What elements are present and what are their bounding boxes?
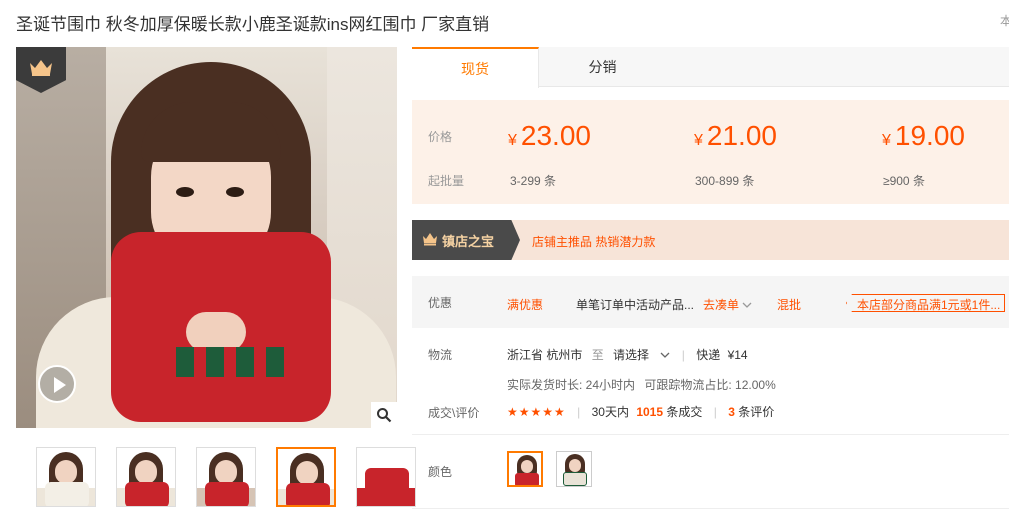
treasure-description: 店铺主推品 热销潜力款 xyxy=(532,235,656,249)
deal-count-suffix: 条成交 xyxy=(666,405,703,419)
price-tier-1: ¥23.00 xyxy=(508,120,591,151)
purchase-tabs: 现货 分销 xyxy=(412,47,1009,88)
thumbnail[interactable] xyxy=(116,447,176,507)
go-bundle-link[interactable]: 去凑单 xyxy=(703,296,752,313)
shipping-stats: 实际发货时长: 24小时内 可跟踪物流占比: 12.00% xyxy=(507,376,776,393)
color-option-1[interactable] xyxy=(507,451,543,487)
thumbnail-strip xyxy=(36,447,416,507)
deals-label: 成交\评价 xyxy=(428,406,480,420)
ship-time: 实际发货时长: 24小时内 xyxy=(507,378,636,392)
scarf-pattern xyxy=(176,347,296,377)
qty-tier-2: 300-899 条 xyxy=(695,174,755,188)
divider xyxy=(412,434,1009,435)
model-hand xyxy=(186,312,246,352)
deals-info: ★★★★★ | 30天内 1015 条成交 | 3 条评价 xyxy=(507,405,775,419)
store-promo-tag[interactable]: 本店部分商品满1元或1件... xyxy=(846,294,1006,312)
full-discount-label: 满优惠 xyxy=(507,298,544,312)
crown-icon xyxy=(422,232,438,249)
price-tier-2: ¥21.00 xyxy=(694,120,777,151)
chevron-down-icon xyxy=(660,348,670,362)
magnifier-icon[interactable] xyxy=(371,402,397,428)
play-icon[interactable] xyxy=(38,365,76,403)
price-tier-3: ¥19.00 xyxy=(882,120,965,151)
mix-batch-label[interactable]: 混批 xyxy=(777,296,801,313)
store-treasure-banner: 镇店之宝 店铺主推品 热销潜力款 xyxy=(412,220,1009,260)
deal-period: 30天内 xyxy=(591,405,629,419)
model-eye xyxy=(176,187,194,197)
corner-label: 本 xyxy=(1000,14,1009,28)
review-suffix[interactable]: 条评价 xyxy=(738,405,774,419)
thumbnail[interactable] xyxy=(356,447,416,507)
review-count[interactable]: 3 xyxy=(728,405,735,419)
price-panel: 价格 起批量 ¥23.00 ¥21.00 ¥19.00 3-299 条 300-… xyxy=(412,100,1009,204)
shipping-fee: ¥14 xyxy=(727,348,748,362)
promotion-row: 优惠 满优惠 单笔订单中活动产品... 去凑单 混批 本店部分商品满1元或1件.… xyxy=(412,276,1009,328)
ship-from: 浙江省 杭州市 xyxy=(507,348,583,362)
rating-stars: ★★★★★ xyxy=(507,405,566,419)
destination-select[interactable]: 请选择 xyxy=(613,348,674,362)
tab-spot[interactable]: 现货 xyxy=(412,47,539,88)
qty-tier-1: 3-299 条 xyxy=(510,174,557,188)
thumbnail-active[interactable] xyxy=(276,447,336,507)
qty-tier-3: ≥900 条 xyxy=(883,174,925,188)
main-product-image[interactable] xyxy=(16,47,397,428)
tab-distribution[interactable]: 分销 xyxy=(539,47,666,87)
promo-description: 单笔订单中活动产品... xyxy=(576,298,695,312)
model-eye xyxy=(226,187,244,197)
product-title: 圣诞节围巾 秋冬加厚保暖长款小鹿圣诞款ins网红围巾 厂家直销 xyxy=(16,15,490,34)
store-treasure-badge: 镇店之宝 xyxy=(412,220,520,260)
deal-count: 1015 xyxy=(636,405,664,419)
moq-label: 起批量 xyxy=(428,174,465,188)
chevron-down-icon xyxy=(742,298,752,312)
ship-to-word: 至 xyxy=(591,348,604,362)
thumbnail[interactable] xyxy=(36,447,96,507)
shipping-label: 物流 xyxy=(428,348,453,362)
price-label: 价格 xyxy=(428,130,453,144)
promo-label: 优惠 xyxy=(428,296,453,310)
color-label: 颜色 xyxy=(428,465,453,479)
traceable-ratio: 可跟踪物流占比: 12.00% xyxy=(644,378,776,392)
express-label: 快递 xyxy=(696,348,721,362)
color-option-2[interactable] xyxy=(556,451,592,487)
model-bangs xyxy=(141,102,281,162)
divider xyxy=(412,508,1009,509)
thumbnail[interactable] xyxy=(196,447,256,507)
shipping-info: 浙江省 杭州市 至 请选择 | 快递 ¥14 xyxy=(507,348,748,362)
